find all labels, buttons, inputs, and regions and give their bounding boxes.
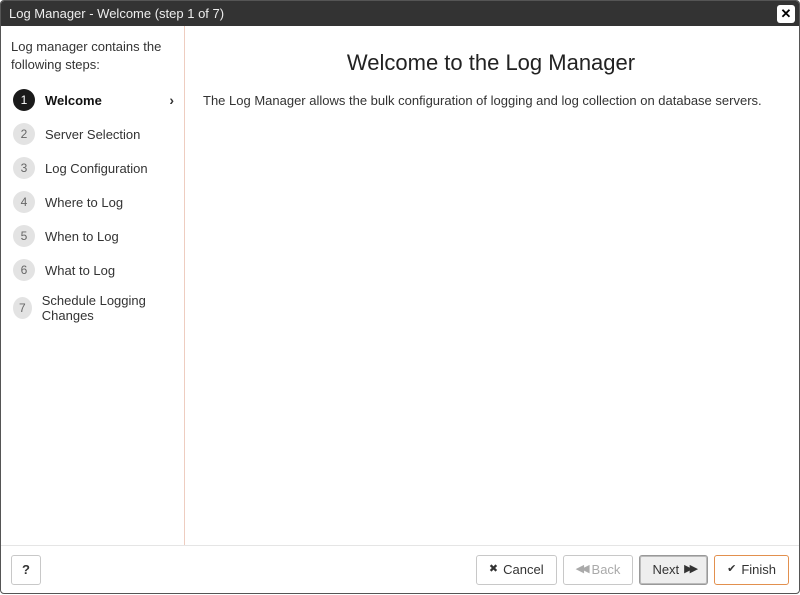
log-manager-dialog: Log Manager - Welcome (step 1 of 7) ✕ Lo…	[0, 0, 800, 594]
finish-button[interactable]: ✔ Finish	[714, 555, 789, 585]
step-label: Server Selection	[45, 127, 178, 142]
cancel-button[interactable]: ✖ Cancel	[476, 555, 557, 585]
next-button[interactable]: Next ▶▶	[639, 555, 708, 585]
wizard-step-list: 1 Welcome › 2 Server Selection › 3 Log Configur…	[11, 83, 180, 329]
step-number-badge: 4	[13, 191, 35, 213]
back-button[interactable]: ◀◀ Back	[563, 555, 634, 585]
page-description: The Log Manager allows the bulk configur…	[203, 92, 779, 110]
close-icon[interactable]: ✕	[777, 5, 795, 23]
help-icon: ?	[22, 562, 30, 577]
back-label: Back	[592, 562, 621, 577]
wizard-sidebar: Log manager contains the following steps…	[1, 26, 185, 545]
step-label: What to Log	[45, 263, 178, 278]
wizard-step-2[interactable]: 2Server Selection›	[11, 117, 180, 151]
dialog-footer: ? ✖ Cancel ◀◀ Back Next ▶▶ ✔ Finish	[1, 545, 799, 593]
wizard-main-panel: Welcome to the Log Manager The Log Manag…	[185, 26, 799, 545]
chevron-right-icon: ›	[169, 92, 178, 108]
step-label: Welcome	[45, 93, 159, 108]
wizard-step-6[interactable]: 6What to Log›	[11, 253, 180, 287]
cancel-label: Cancel	[503, 562, 543, 577]
check-icon: ✔	[727, 564, 736, 575]
step-number-badge: 1	[13, 89, 35, 111]
next-label: Next	[652, 562, 679, 577]
step-number-badge: 2	[13, 123, 35, 145]
step-label: Schedule Logging Changes	[42, 293, 178, 323]
wizard-step-7[interactable]: 7Schedule Logging Changes›	[11, 287, 180, 329]
wizard-step-4[interactable]: 4Where to Log›	[11, 185, 180, 219]
sidebar-intro: Log manager contains the following steps…	[11, 38, 180, 73]
step-label: When to Log	[45, 229, 178, 244]
step-label: Where to Log	[45, 195, 178, 210]
step-label: Log Configuration	[45, 161, 178, 176]
step-number-badge: 5	[13, 225, 35, 247]
wizard-step-3[interactable]: 3Log Configuration›	[11, 151, 180, 185]
titlebar: Log Manager - Welcome (step 1 of 7) ✕	[1, 1, 799, 26]
wizard-step-5[interactable]: 5When to Log›	[11, 219, 180, 253]
help-button[interactable]: ?	[11, 555, 41, 585]
step-number-badge: 7	[13, 297, 32, 319]
window-title: Log Manager - Welcome (step 1 of 7)	[9, 6, 224, 21]
footer-right-group: ✖ Cancel ◀◀ Back Next ▶▶ ✔ Finish	[476, 555, 789, 585]
rewind-icon: ◀◀	[576, 564, 587, 575]
dialog-body: Log manager contains the following steps…	[1, 26, 799, 545]
step-number-badge: 3	[13, 157, 35, 179]
wizard-step-1[interactable]: 1 Welcome ›	[11, 83, 180, 117]
forward-icon: ▶▶	[684, 564, 695, 575]
page-heading: Welcome to the Log Manager	[203, 50, 779, 76]
step-number-badge: 6	[13, 259, 35, 281]
x-icon: ✖	[489, 564, 498, 575]
finish-label: Finish	[741, 562, 776, 577]
